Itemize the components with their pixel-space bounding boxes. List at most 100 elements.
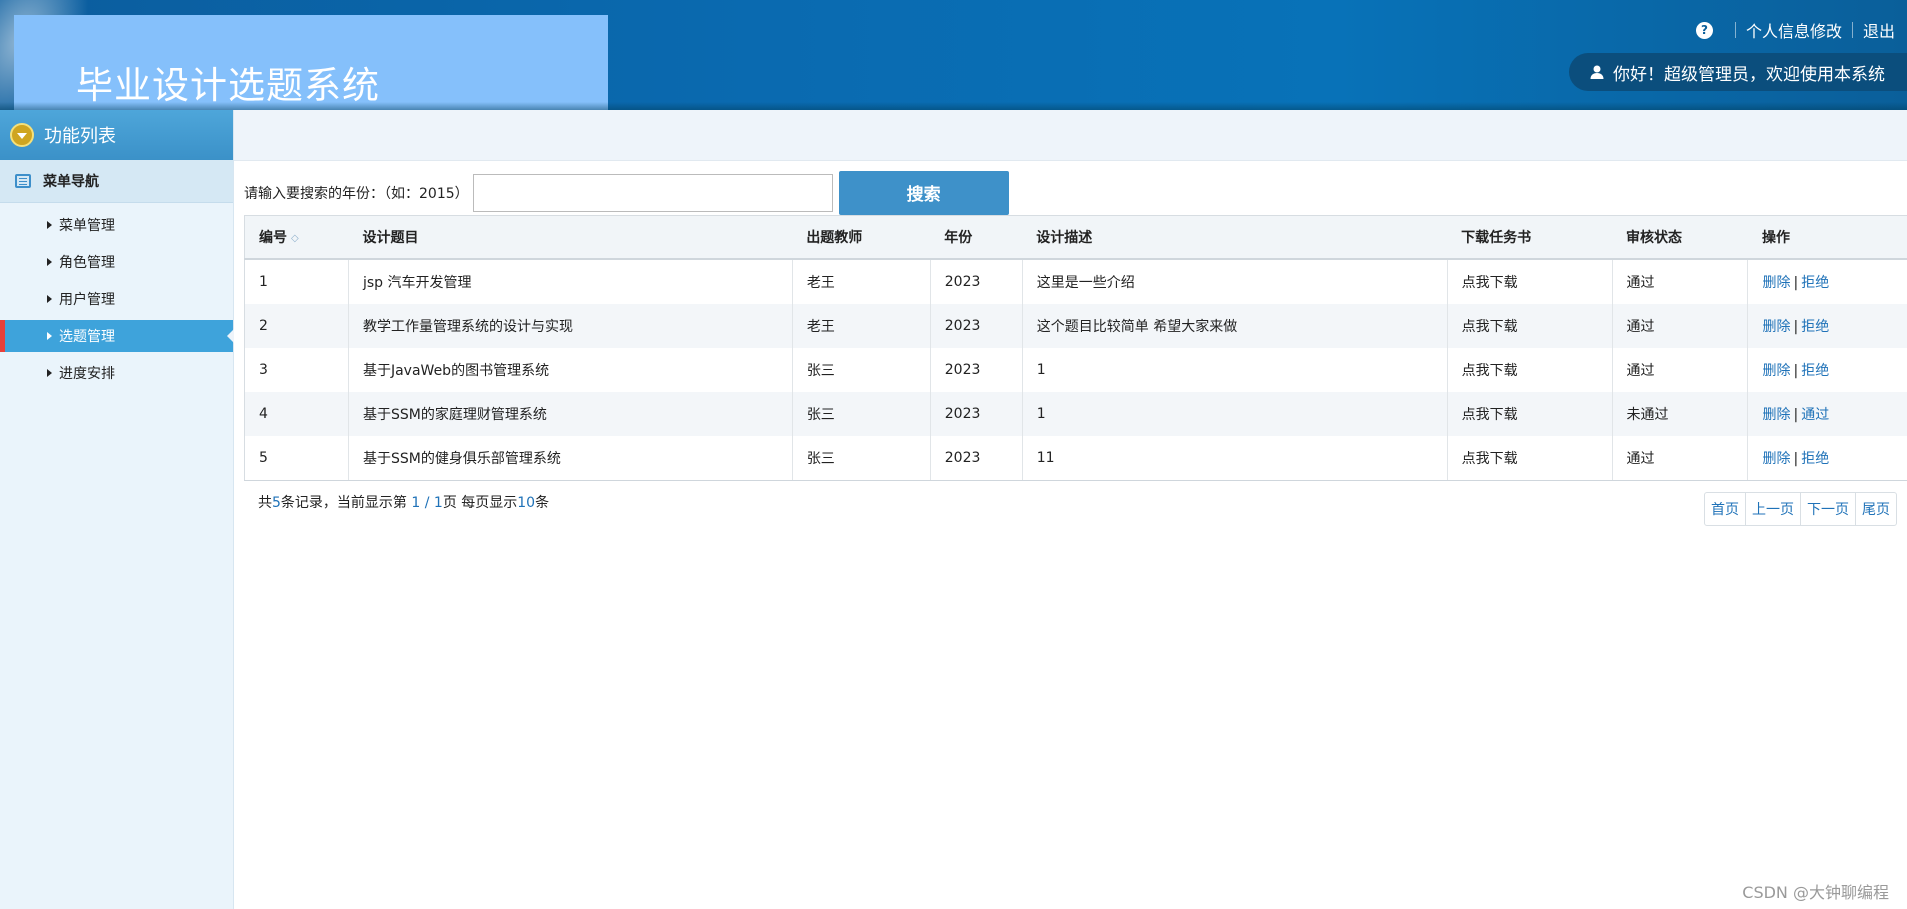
app-header: 毕业设计选题系统 ? 个人信息修改 退出 你好！超级管理员，欢迎使用本系统 — [0, 0, 1907, 110]
total-count: 5 — [272, 495, 281, 511]
top-links: ? 个人信息修改 退出 — [1695, 18, 1895, 42]
download-link[interactable]: 点我下载 — [1446, 348, 1613, 392]
topics-table: 编号 ◇ 设计题目 出题教师 年份 设计描述 下载任务书 审核状态 操作 1 js… — [244, 215, 1907, 481]
reject-link[interactable]: 拒绝 — [1801, 363, 1829, 379]
summary-text: 条 — [535, 495, 550, 511]
cell-year: 2023 — [929, 348, 1023, 392]
cell-title: 基于SSM的家庭理财管理系统 — [347, 392, 793, 436]
status-badge: 通过 — [1611, 304, 1748, 348]
page-indicator: 1 / 1 — [411, 495, 443, 511]
table-header-row: 编号 ◇ 设计题目 出题教师 年份 设计描述 下载任务书 审核状态 操作 — [244, 215, 1907, 260]
cell-year: 2023 — [929, 259, 1023, 304]
search-bar: 请输入要搜索的年份：（如：2015） 搜索 — [244, 170, 1009, 215]
sidebar-header[interactable]: 功能列表 — [0, 110, 233, 160]
divider — [1851, 22, 1853, 38]
reject-link[interactable]: 拒绝 — [1801, 451, 1829, 467]
download-link[interactable]: 点我下载 — [1446, 392, 1613, 436]
next-page-button[interactable]: 下一页 — [1800, 493, 1855, 525]
menu-list: 菜单管理 角色管理 用户管理 选题管理 进度安排 — [0, 203, 234, 389]
sidebar-item-label: 菜单管理 — [59, 218, 115, 234]
sidebar-item-topic-management[interactable]: 选题管理 — [0, 320, 234, 352]
search-button[interactable]: 搜索 — [838, 170, 1009, 215]
delete-link[interactable]: 删除 — [1762, 275, 1790, 291]
section-title: 菜单导航 — [43, 174, 99, 190]
status-badge: 通过 — [1611, 348, 1748, 392]
sidebar-item-user-management[interactable]: 用户管理 — [0, 283, 233, 315]
sidebar: 功能列表 菜单导航 菜单管理 角色管理 用户管理 选题管理 进度安排 — [0, 110, 234, 909]
app-title: 毕业设计选题系统 — [76, 64, 380, 107]
cell-description: 1 — [1021, 348, 1448, 392]
cell-year: 2023 — [929, 304, 1023, 348]
cell-teacher: 老王 — [791, 304, 931, 348]
welcome-text: 你好！超级管理员，欢迎使用本系统 — [1613, 64, 1885, 85]
cell-actions: 删除 | 拒绝 — [1747, 436, 1907, 481]
sidebar-item-label: 角色管理 — [59, 255, 115, 271]
column-header-id[interactable]: 编号 ◇ — [244, 215, 349, 260]
column-header-status: 审核状态 — [1612, 215, 1748, 260]
column-header-year: 年份 — [930, 215, 1023, 260]
cell-title: jsp 汽车开发管理 — [347, 259, 793, 304]
cell-year: 2023 — [929, 392, 1023, 436]
delete-link[interactable]: 删除 — [1762, 319, 1790, 335]
column-header-actions: 操作 — [1747, 215, 1907, 260]
caret-right-icon — [47, 332, 52, 340]
cell-teacher: 张三 — [791, 392, 931, 436]
summary-text: 共 — [258, 495, 272, 511]
caret-right-icon — [47, 221, 52, 229]
menu-nav-section[interactable]: 菜单导航 — [0, 160, 233, 203]
search-label: 请输入要搜索的年份：（如：2015） — [244, 185, 469, 202]
user-icon — [1590, 65, 1604, 79]
download-link[interactable]: 点我下载 — [1446, 436, 1613, 481]
column-header-description: 设计描述 — [1022, 215, 1448, 260]
sidebar-item-label: 进度安排 — [59, 366, 115, 382]
per-page-count: 10 — [517, 495, 536, 511]
sidebar-title: 功能列表 — [44, 126, 116, 147]
download-link[interactable]: 点我下载 — [1446, 259, 1613, 304]
status-badge: 通过 — [1611, 436, 1748, 481]
cell-description: 11 — [1021, 436, 1448, 481]
last-page-button[interactable]: 尾页 — [1855, 493, 1896, 525]
sidebar-item-menu-management[interactable]: 菜单管理 — [0, 209, 233, 241]
reject-link[interactable]: 拒绝 — [1801, 275, 1829, 291]
year-search-input[interactable] — [472, 173, 833, 212]
cell-title: 基于JavaWeb的图书管理系统 — [347, 348, 793, 392]
cell-id: 1 — [244, 259, 349, 304]
delete-link[interactable]: 删除 — [1762, 451, 1790, 467]
caret-right-icon — [47, 295, 52, 303]
cell-teacher: 张三 — [791, 348, 931, 392]
status-badge: 通过 — [1611, 259, 1748, 304]
sidebar-item-label: 选题管理 — [59, 329, 115, 345]
cell-id: 4 — [244, 392, 349, 436]
caret-right-icon — [47, 258, 52, 266]
summary-text: 页 每页显示 — [442, 495, 518, 511]
table-row: 1 jsp 汽车开发管理 老王 2023 这里是一些介绍 点我下载 通过 删除 |… — [244, 259, 1907, 304]
welcome-banner: 你好！超级管理员，欢迎使用本系统 — [1569, 53, 1907, 91]
title-box: 毕业设计选题系统 — [14, 15, 608, 110]
column-header-title: 设计题目 — [348, 215, 793, 260]
sidebar-item-schedule[interactable]: 进度安排 — [0, 357, 233, 389]
list-icon — [15, 174, 31, 188]
cell-title: 基于SSM的健身俱乐部管理系统 — [347, 436, 793, 481]
first-page-button[interactable]: 首页 — [1705, 493, 1745, 525]
column-header-teacher: 出题教师 — [792, 215, 931, 260]
status-badge: 未通过 — [1611, 392, 1748, 436]
watermark: CSDN @大钟聊编程 — [1742, 883, 1889, 902]
download-link[interactable]: 点我下载 — [1446, 304, 1613, 348]
column-header-download: 下载任务书 — [1447, 215, 1613, 260]
table-row: 3 基于JavaWeb的图书管理系统 张三 2023 1 点我下载 通过 删除 |… — [244, 348, 1907, 392]
cell-actions: 删除 | 通过 — [1747, 392, 1907, 436]
reject-link[interactable]: 拒绝 — [1801, 319, 1829, 335]
sort-icon[interactable]: ◇ — [291, 233, 299, 244]
prev-page-button[interactable]: 上一页 — [1745, 493, 1800, 525]
logout-link[interactable]: 退出 — [1863, 18, 1895, 42]
collapse-arrow-icon[interactable] — [10, 123, 34, 147]
delete-link[interactable]: 删除 — [1762, 363, 1790, 379]
delete-link[interactable]: 删除 — [1762, 407, 1790, 423]
approve-link[interactable]: 通过 — [1801, 407, 1829, 423]
cell-description: 这个题目比较简单 希望大家来做 — [1021, 304, 1448, 348]
cell-id: 5 — [244, 436, 349, 481]
profile-link[interactable]: 个人信息修改 — [1746, 18, 1842, 42]
help-icon[interactable]: ? — [1695, 21, 1713, 39]
cell-description: 1 — [1021, 392, 1448, 436]
sidebar-item-role-management[interactable]: 角色管理 — [0, 246, 233, 278]
